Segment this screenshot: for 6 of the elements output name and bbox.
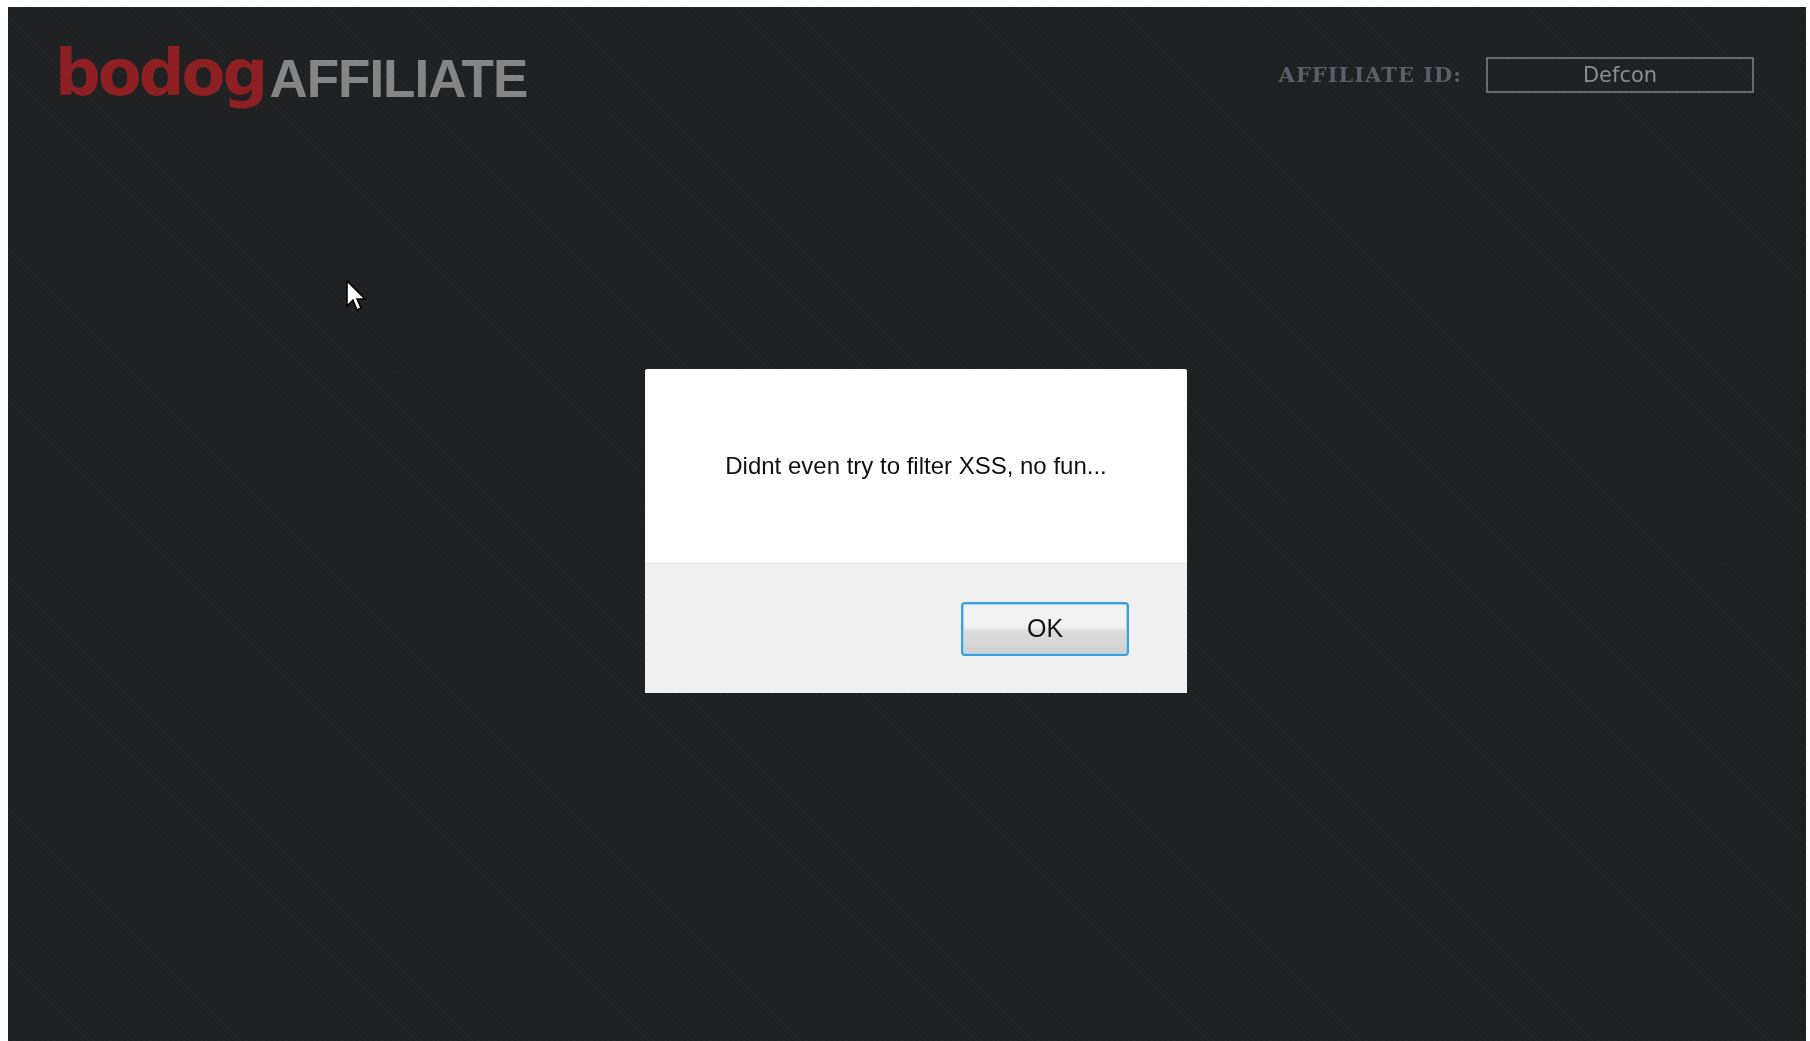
mouse-pointer-icon bbox=[346, 280, 368, 314]
alert-message: Didnt even try to filter XSS, no fun... bbox=[725, 451, 1107, 481]
ok-button[interactable]: OK bbox=[961, 601, 1129, 656]
logo-product-text: AFFILIATE bbox=[269, 52, 528, 105]
affiliate-id-label: AFFILIATE ID: bbox=[1278, 61, 1462, 90]
affiliate-id-field[interactable]: Defcon bbox=[1486, 57, 1754, 93]
